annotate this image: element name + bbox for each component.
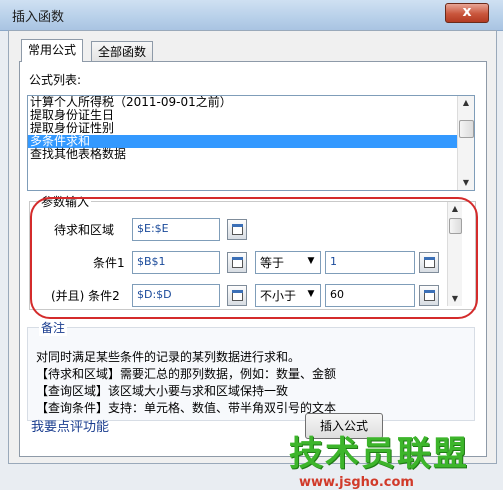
notes-legend: 备注 bbox=[39, 319, 68, 336]
note-line: 【查询条件】支持：单元格、数值、带半角双引号的文本 bbox=[36, 401, 337, 415]
note-line: 【待求和区域】需要汇总的那列数据，例如：数量、金额 bbox=[36, 367, 337, 381]
scroll-thumb[interactable] bbox=[459, 120, 474, 138]
list-item[interactable]: 查找其他表格数据 bbox=[28, 148, 474, 161]
title-bar: 插入函数 x bbox=[0, 0, 503, 31]
formula-list[interactable]: 计算个人所得税（2011-09-01之前） 提取身份证生日 提取身份证性别 多条… bbox=[27, 95, 475, 191]
formula-list-label: 公式列表: bbox=[29, 73, 82, 87]
list-item[interactable]: 提取身份证性别 bbox=[28, 122, 474, 135]
note-line: 对同时满足某些条件的记录的某列数据进行求和。 bbox=[36, 350, 301, 364]
close-button[interactable]: x bbox=[445, 3, 489, 23]
notes-group: 对同时满足某些条件的记录的某列数据进行求和。 【待求和区域】需要汇总的那列数据，… bbox=[27, 327, 475, 421]
scroll-down-icon[interactable]: ▼ bbox=[459, 176, 473, 190]
highlight-oval bbox=[30, 197, 478, 319]
window-title: 插入函数 bbox=[12, 10, 65, 25]
watermark-logo: 技术员联盟 bbox=[289, 434, 469, 474]
note-line: 【查询区域】该区域大小要与求和区域保持一致 bbox=[36, 384, 289, 398]
list-scrollbar[interactable]: ▲ ▼ bbox=[457, 96, 474, 190]
watermark-url: www.jsgho.com bbox=[299, 475, 414, 490]
tab-common-formulas[interactable]: 常用公式 bbox=[21, 39, 84, 62]
tab-all-functions[interactable]: 全部函数 bbox=[91, 41, 154, 62]
dialog-body: 常用公式 全部函数 公式列表: 计算个人所得税（2011-09-01之前） 提取… bbox=[8, 30, 497, 490]
feedback-link[interactable]: 我要点评功能 bbox=[31, 416, 109, 435]
scroll-up-icon[interactable]: ▲ bbox=[459, 96, 473, 110]
